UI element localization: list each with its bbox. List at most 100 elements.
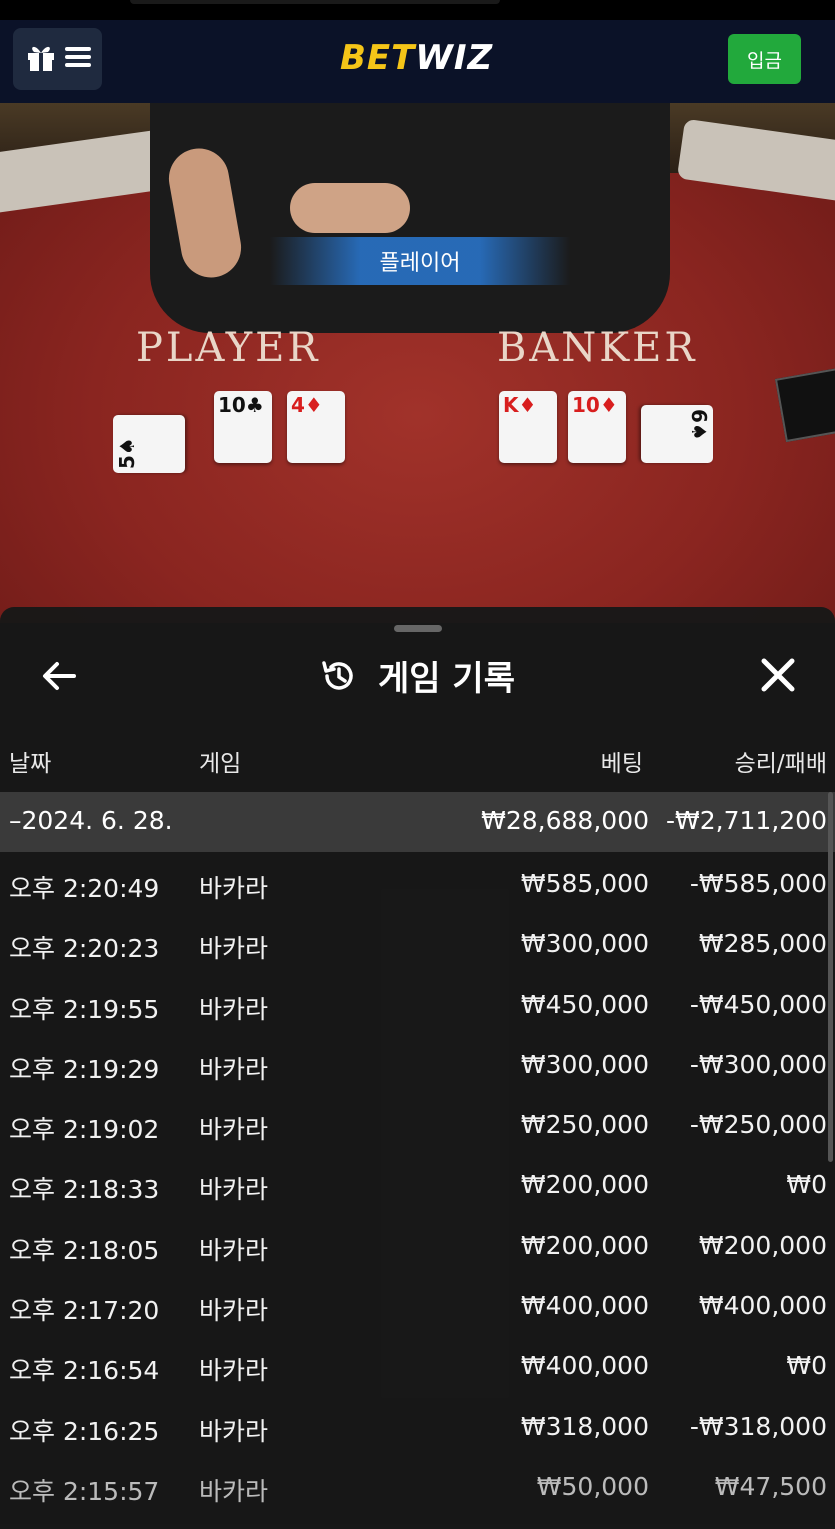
close-button[interactable] bbox=[756, 653, 800, 697]
row-time: 오후 2:19:02 bbox=[9, 1115, 160, 1145]
card-rank: 10♣ bbox=[218, 393, 264, 417]
card-rank: 5♠ bbox=[115, 437, 139, 469]
row-game: 바카라 bbox=[199, 1296, 269, 1326]
live-table-video: 플레이어 PLAYER BANKER 5♠ 10♣ 4♦ K♦ 10♦ 6♠ bbox=[0, 103, 835, 623]
row-game: 바카라 bbox=[199, 874, 269, 903]
row-game: 바카라 bbox=[199, 934, 269, 964]
row-bet: ₩250,000 bbox=[520, 1110, 649, 1140]
row-result: ₩0 bbox=[786, 1170, 827, 1200]
deposit-button[interactable]: 입금 bbox=[728, 34, 801, 84]
row-game: 바카라 bbox=[199, 1054, 269, 1084]
card-rank: 10♦ bbox=[572, 393, 618, 417]
row-result: ₩400,000 bbox=[698, 1291, 827, 1321]
game-history-sheet: 게임 기록 날짜 게임 베팅 승리/패배 –2024. 6. 28. ₩28,6… bbox=[0, 607, 835, 1529]
banker-card-1: K♦ bbox=[499, 391, 557, 463]
row-game: 바카라 bbox=[199, 1175, 269, 1205]
row-result: ₩47,500 bbox=[714, 1471, 827, 1501]
dealer-hand-right bbox=[290, 183, 410, 233]
row-time: 오후 2:15:57 bbox=[9, 1476, 160, 1506]
top-bar: BETWIZ 입금 bbox=[0, 20, 835, 104]
row-result: -₩585,000 bbox=[689, 869, 827, 898]
sheet-title: 게임 기록 bbox=[0, 651, 835, 704]
row-bet: ₩400,000 bbox=[520, 1291, 649, 1321]
scrollbar[interactable] bbox=[828, 792, 833, 1162]
row-bet: ₩50,000 bbox=[536, 1471, 649, 1501]
summary-date: –2024. 6. 28. bbox=[9, 806, 173, 835]
card-rank: 6♠ bbox=[687, 409, 711, 441]
row-bet: ₩450,000 bbox=[520, 989, 649, 1019]
table-row[interactable]: 오후 2:18:05 바카라 ₩200,000 ₩200,000 bbox=[0, 1219, 835, 1279]
row-result: -₩300,000 bbox=[689, 1049, 827, 1079]
player-card-2: 10♣ bbox=[214, 391, 272, 463]
banker-card-3: 6♠ bbox=[641, 405, 713, 463]
player-zone-label: PLAYER bbox=[136, 325, 321, 371]
table-row[interactable]: 오후 2:16:25 바카라 ₩318,000 -₩318,000 bbox=[0, 1400, 835, 1460]
player-card-1: 5♠ bbox=[113, 415, 185, 473]
notch bbox=[130, 0, 500, 4]
logo-part-wiz: WIZ bbox=[415, 38, 494, 78]
card-rank: 4♦ bbox=[291, 393, 323, 417]
table-row[interactable]: 오후 2:17:20 바카라 ₩400,000 ₩400,000 bbox=[0, 1279, 835, 1339]
row-time: 오후 2:19:29 bbox=[9, 1054, 160, 1084]
row-time: 오후 2:17:20 bbox=[9, 1296, 160, 1326]
table-row[interactable]: 오후 2:20:23 바카라 ₩300,000 ₩285,000 bbox=[0, 917, 835, 977]
row-game: 바카라 bbox=[199, 1476, 269, 1506]
player-card-3: 4♦ bbox=[287, 391, 345, 463]
column-date[interactable]: 날짜 bbox=[9, 744, 51, 778]
column-bet[interactable]: 베팅 bbox=[601, 744, 643, 778]
row-game: 바카라 bbox=[199, 994, 269, 1024]
row-bet: ₩400,000 bbox=[520, 1351, 649, 1381]
row-result: -₩318,000 bbox=[689, 1411, 827, 1441]
table-row[interactable]: 오후 2:15:57 바카라 ₩50,000 ₩47,500 bbox=[0, 1460, 835, 1520]
banker-card-2: 10♦ bbox=[568, 391, 626, 463]
table-row[interactable]: 오후 2:16:54 바카라 ₩400,000 ₩0 bbox=[0, 1339, 835, 1399]
summary-result: -₩2,711,200 bbox=[666, 806, 827, 835]
row-time: 오후 2:18:33 bbox=[9, 1175, 160, 1205]
row-bet: ₩300,000 bbox=[520, 1049, 649, 1079]
table-row[interactable]: 오후 2:19:02 바카라 ₩250,000 -₩250,000 bbox=[0, 1098, 835, 1158]
date-summary-row[interactable]: –2024. 6. 28. ₩28,688,000 -₩2,711,200 bbox=[0, 792, 835, 852]
row-game: 바카라 bbox=[199, 1416, 269, 1446]
row-game: 바카라 bbox=[199, 1356, 269, 1386]
table-row[interactable]: 오후 2:19:55 바카라 ₩450,000 -₩450,000 bbox=[0, 978, 835, 1038]
row-bet: ₩318,000 bbox=[520, 1411, 649, 1441]
table-row[interactable]: 오후 2:18:33 바카라 ₩200,000 ₩0 bbox=[0, 1158, 835, 1218]
row-result: ₩285,000 bbox=[698, 929, 827, 959]
column-result[interactable]: 승리/패배 bbox=[735, 744, 827, 778]
summary-bet: ₩28,688,000 bbox=[481, 806, 649, 835]
row-game: 바카라 bbox=[199, 1115, 269, 1145]
hamburger-icon bbox=[64, 46, 91, 72]
gift-icon bbox=[25, 41, 57, 77]
status-bar bbox=[0, 0, 835, 20]
row-time: 오후 2:18:05 bbox=[9, 1235, 160, 1265]
row-bet: ₩200,000 bbox=[520, 1230, 649, 1260]
table-row[interactable]: 오후 2:19:29 바카라 ₩300,000 -₩300,000 bbox=[0, 1038, 835, 1098]
card-rank: K♦ bbox=[503, 393, 537, 417]
card-shoe bbox=[774, 367, 835, 443]
row-time: 오후 2:19:55 bbox=[9, 994, 160, 1024]
row-time: 오후 2:20:49 bbox=[9, 874, 160, 903]
row-game: 바카라 bbox=[199, 1235, 269, 1265]
title-text: 게임 기록 bbox=[378, 659, 515, 699]
row-bet: ₩200,000 bbox=[520, 1170, 649, 1200]
row-time: 오후 2:16:25 bbox=[9, 1416, 160, 1446]
row-result: -₩250,000 bbox=[689, 1110, 827, 1140]
banker-zone-label: BANKER bbox=[497, 325, 698, 371]
row-result: ₩200,000 bbox=[698, 1230, 827, 1260]
drag-handle[interactable] bbox=[394, 625, 442, 632]
betwiz-logo[interactable]: BETWIZ bbox=[340, 38, 493, 78]
table-row[interactable]: 오후 2:20:49 바카라 ₩585,000 -₩585,000 bbox=[0, 857, 835, 917]
row-time: 오후 2:16:54 bbox=[9, 1356, 160, 1386]
logo-part-bet: BET bbox=[340, 38, 416, 78]
row-time: 오후 2:20:23 bbox=[9, 934, 160, 964]
menu-button[interactable] bbox=[13, 28, 102, 90]
history-icon bbox=[320, 657, 358, 704]
row-bet: ₩585,000 bbox=[520, 869, 649, 898]
row-result: -₩450,000 bbox=[689, 989, 827, 1019]
table-header: 날짜 게임 베팅 승리/패배 bbox=[0, 744, 835, 780]
close-icon bbox=[761, 658, 795, 692]
column-game[interactable]: 게임 bbox=[199, 744, 241, 778]
row-bet: ₩300,000 bbox=[520, 929, 649, 959]
history-list: 오후 2:20:49 바카라 ₩585,000 -₩585,000 오후 2:20:2… bbox=[0, 857, 835, 1520]
result-banner: 플레이어 bbox=[270, 237, 570, 285]
